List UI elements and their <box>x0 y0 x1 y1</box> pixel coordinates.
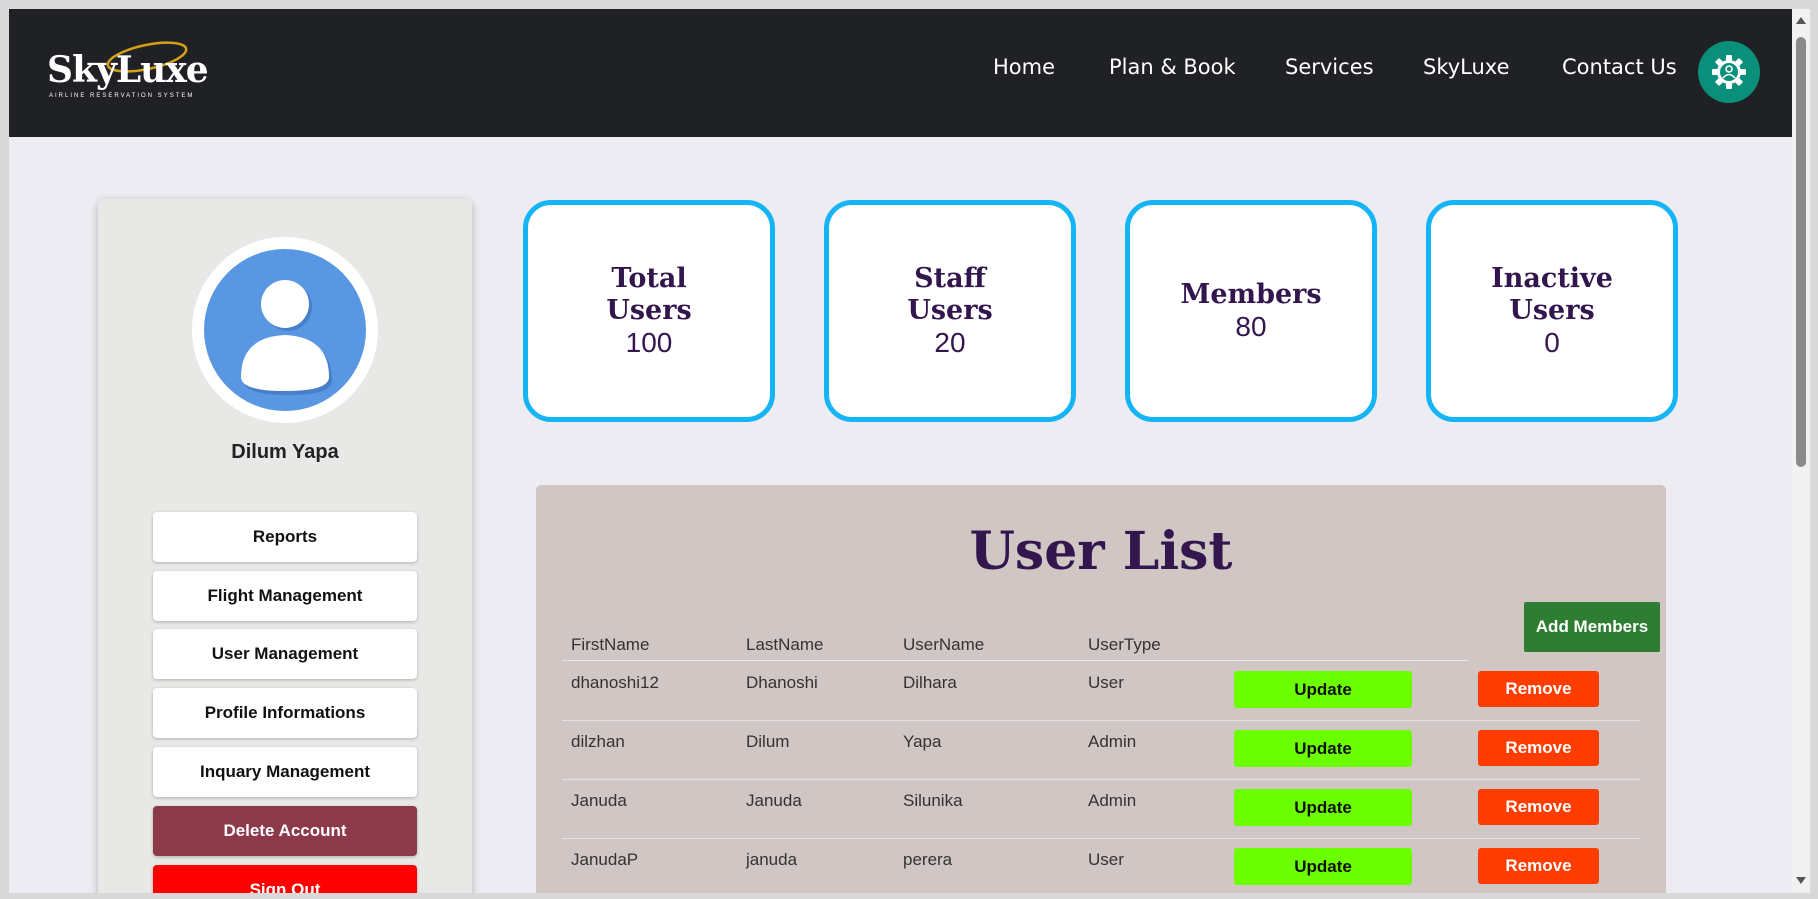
stat-title: Inactive Users <box>1491 263 1613 326</box>
column-header-username: UserName <box>903 635 985 654</box>
user-avatar-icon <box>204 249 366 411</box>
avatar-frame <box>192 237 378 423</box>
scroll-down-icon[interactable] <box>1796 877 1806 884</box>
stat-value: 80 <box>1235 311 1267 342</box>
stat-card-inactive-users: Inactive Users 0 <box>1426 200 1678 422</box>
profile-informations-button[interactable]: Profile Informations <box>153 688 417 738</box>
table-row: dhanoshi12 Dhanoshi Dilhara User Update … <box>562 661 1640 721</box>
settings-button[interactable] <box>1698 41 1760 103</box>
stat-title: Total Users <box>606 263 692 326</box>
cell-username: Silunika <box>903 791 963 810</box>
remove-button[interactable]: Remove <box>1478 848 1599 884</box>
update-button[interactable]: Update <box>1234 730 1412 767</box>
user-list-title: User List <box>969 521 1233 582</box>
column-header-usertype: UserType <box>1088 635 1161 654</box>
app-window: SkyLuxe AIRLINE RESERVATION SYSTEM Home … <box>9 9 1792 893</box>
update-button[interactable]: Update <box>1234 848 1412 885</box>
scrollbar-thumb[interactable] <box>1796 37 1806 467</box>
logo-text: SkyLuxe <box>47 49 209 91</box>
cell-lastname: Dhanoshi <box>746 673 818 692</box>
inquary-management-button[interactable]: Inquary Management <box>153 747 417 797</box>
cell-firstname: JanudaP <box>571 850 639 869</box>
remove-button[interactable]: Remove <box>1478 671 1599 707</box>
skyluxe-logo[interactable]: SkyLuxe AIRLINE RESERVATION SYSTEM <box>47 39 209 109</box>
scroll-up-icon[interactable] <box>1796 17 1806 24</box>
cell-usertype: Admin <box>1088 732 1137 751</box>
stat-title: Staff Users <box>907 263 993 326</box>
nav-skyluxe[interactable]: SkyLuxe <box>1423 55 1510 79</box>
nav-plan-book[interactable]: Plan & Book <box>1109 55 1236 79</box>
cell-usertype: Admin <box>1088 791 1137 810</box>
table-row: dilzhan Dilum Yapa Admin Update Remove <box>562 720 1640 780</box>
profile-sidebar: Dilum Yapa Reports Flight Management Use… <box>98 199 472 893</box>
stat-card-members: Members 80 <box>1125 200 1377 422</box>
column-header-firstname: FirstName <box>571 635 650 654</box>
stat-card-staff-users: Staff Users 20 <box>824 200 1076 422</box>
user-management-button[interactable]: User Management <box>153 629 417 679</box>
cell-firstname: dhanoshi12 <box>571 673 659 692</box>
cell-username: perera <box>903 850 953 869</box>
nav-services[interactable]: Services <box>1285 55 1374 79</box>
stat-value: 20 <box>934 327 966 358</box>
flight-management-button[interactable]: Flight Management <box>153 571 417 621</box>
stat-value: 0 <box>1544 327 1560 358</box>
stat-title: Members <box>1180 279 1322 310</box>
table-row: JanudaP januda perera User Update Remove <box>562 838 1640 893</box>
user-list-panel: User List Add Members FirstName LastName… <box>536 485 1666 893</box>
gear-user-icon <box>1712 55 1746 89</box>
nav-contact-us[interactable]: Contact Us <box>1562 55 1677 79</box>
stat-value: 100 <box>625 327 673 358</box>
top-navbar: SkyLuxe AIRLINE RESERVATION SYSTEM Home … <box>9 9 1792 137</box>
reports-button[interactable]: Reports <box>153 512 417 562</box>
stat-card-total-users: Total Users 100 <box>523 200 775 422</box>
cell-lastname: Dilum <box>746 732 790 751</box>
update-button[interactable]: Update <box>1234 789 1412 826</box>
delete-account-button[interactable]: Delete Account <box>153 806 417 856</box>
cell-username: Dilhara <box>903 673 957 692</box>
remove-button[interactable]: Remove <box>1478 730 1599 766</box>
profile-name: Dilum Yapa <box>231 441 339 463</box>
cell-lastname: januda <box>746 850 798 869</box>
logo-subtitle: AIRLINE RESERVATION SYSTEM <box>49 93 195 99</box>
column-header-lastname: LastName <box>746 635 824 654</box>
cell-username: Yapa <box>903 732 942 751</box>
cell-lastname: Januda <box>746 791 802 810</box>
add-members-button[interactable]: Add Members <box>1524 602 1660 652</box>
cell-firstname: dilzhan <box>571 732 625 751</box>
sign-out-button[interactable]: Sign Out <box>153 865 417 893</box>
cell-usertype: User <box>1088 850 1124 869</box>
remove-button[interactable]: Remove <box>1478 789 1599 825</box>
cell-usertype: User <box>1088 673 1124 692</box>
table-row: Januda Januda Silunika Admin Update Remo… <box>562 779 1640 839</box>
cell-firstname: Januda <box>571 791 627 810</box>
update-button[interactable]: Update <box>1234 671 1412 708</box>
vertical-scrollbar[interactable] <box>1792 9 1810 893</box>
nav-home[interactable]: Home <box>993 55 1055 79</box>
